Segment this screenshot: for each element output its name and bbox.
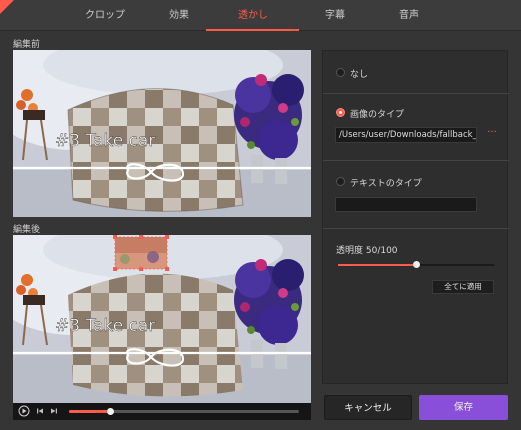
option-image-label: 画像のタイプ	[350, 110, 405, 120]
transparency-label: 透明度 50/100	[336, 246, 398, 256]
option-none-label: なし	[350, 70, 369, 80]
tab-watermark[interactable]: 透かし	[210, 0, 296, 31]
after-preview: #3 Take car	[13, 235, 311, 403]
image-path-field[interactable]: /Users/user/Downloads/fallback_be	[335, 127, 477, 143]
browse-image-button[interactable]: ···	[484, 127, 500, 141]
tab-bar: クロップ 効果 透かし 字幕 音声	[0, 0, 521, 31]
playback-timeline[interactable]	[69, 408, 299, 415]
before-preview: #3 Take car	[13, 50, 311, 217]
after-label: 編集後	[13, 225, 41, 235]
step-back-icon[interactable]	[34, 405, 46, 417]
step-forward-icon[interactable]	[48, 405, 60, 417]
save-button[interactable]: 保存	[419, 395, 508, 420]
cancel-button[interactable]: キャンセル	[324, 395, 412, 420]
watermark-text-field[interactable]	[335, 197, 477, 212]
apply-all-button[interactable]: 全てに適用	[432, 280, 494, 294]
before-overlay-text: #3 Take car	[55, 131, 155, 151]
before-label: 編集前	[13, 40, 41, 50]
radio-none[interactable]	[336, 68, 345, 77]
watermark-options-panel: なし 画像のタイプ /Users/user/Downloads/fallback…	[322, 50, 509, 384]
option-text-label: テキストのタイプ	[350, 179, 422, 189]
radio-text[interactable]	[336, 177, 345, 186]
play-icon[interactable]	[18, 405, 30, 417]
option-text-block: テキストのタイプ	[323, 161, 509, 229]
close-icon[interactable]	[0, 0, 14, 14]
active-tab-indicator	[206, 29, 299, 31]
player-controls	[13, 403, 311, 420]
after-overlay-text: #3 Take car	[55, 316, 155, 336]
timeline-thumb[interactable]	[107, 408, 115, 415]
transparency-slider-fill	[338, 264, 416, 266]
transparency-slider-thumb[interactable]	[413, 261, 420, 268]
option-none-block: なし	[323, 51, 509, 94]
tab-audio[interactable]: 音声	[366, 0, 452, 31]
radio-image[interactable]	[336, 108, 345, 117]
watermark-image[interactable]	[113, 235, 169, 271]
timeline-progress	[69, 410, 111, 413]
transparency-slider[interactable]	[338, 261, 494, 268]
